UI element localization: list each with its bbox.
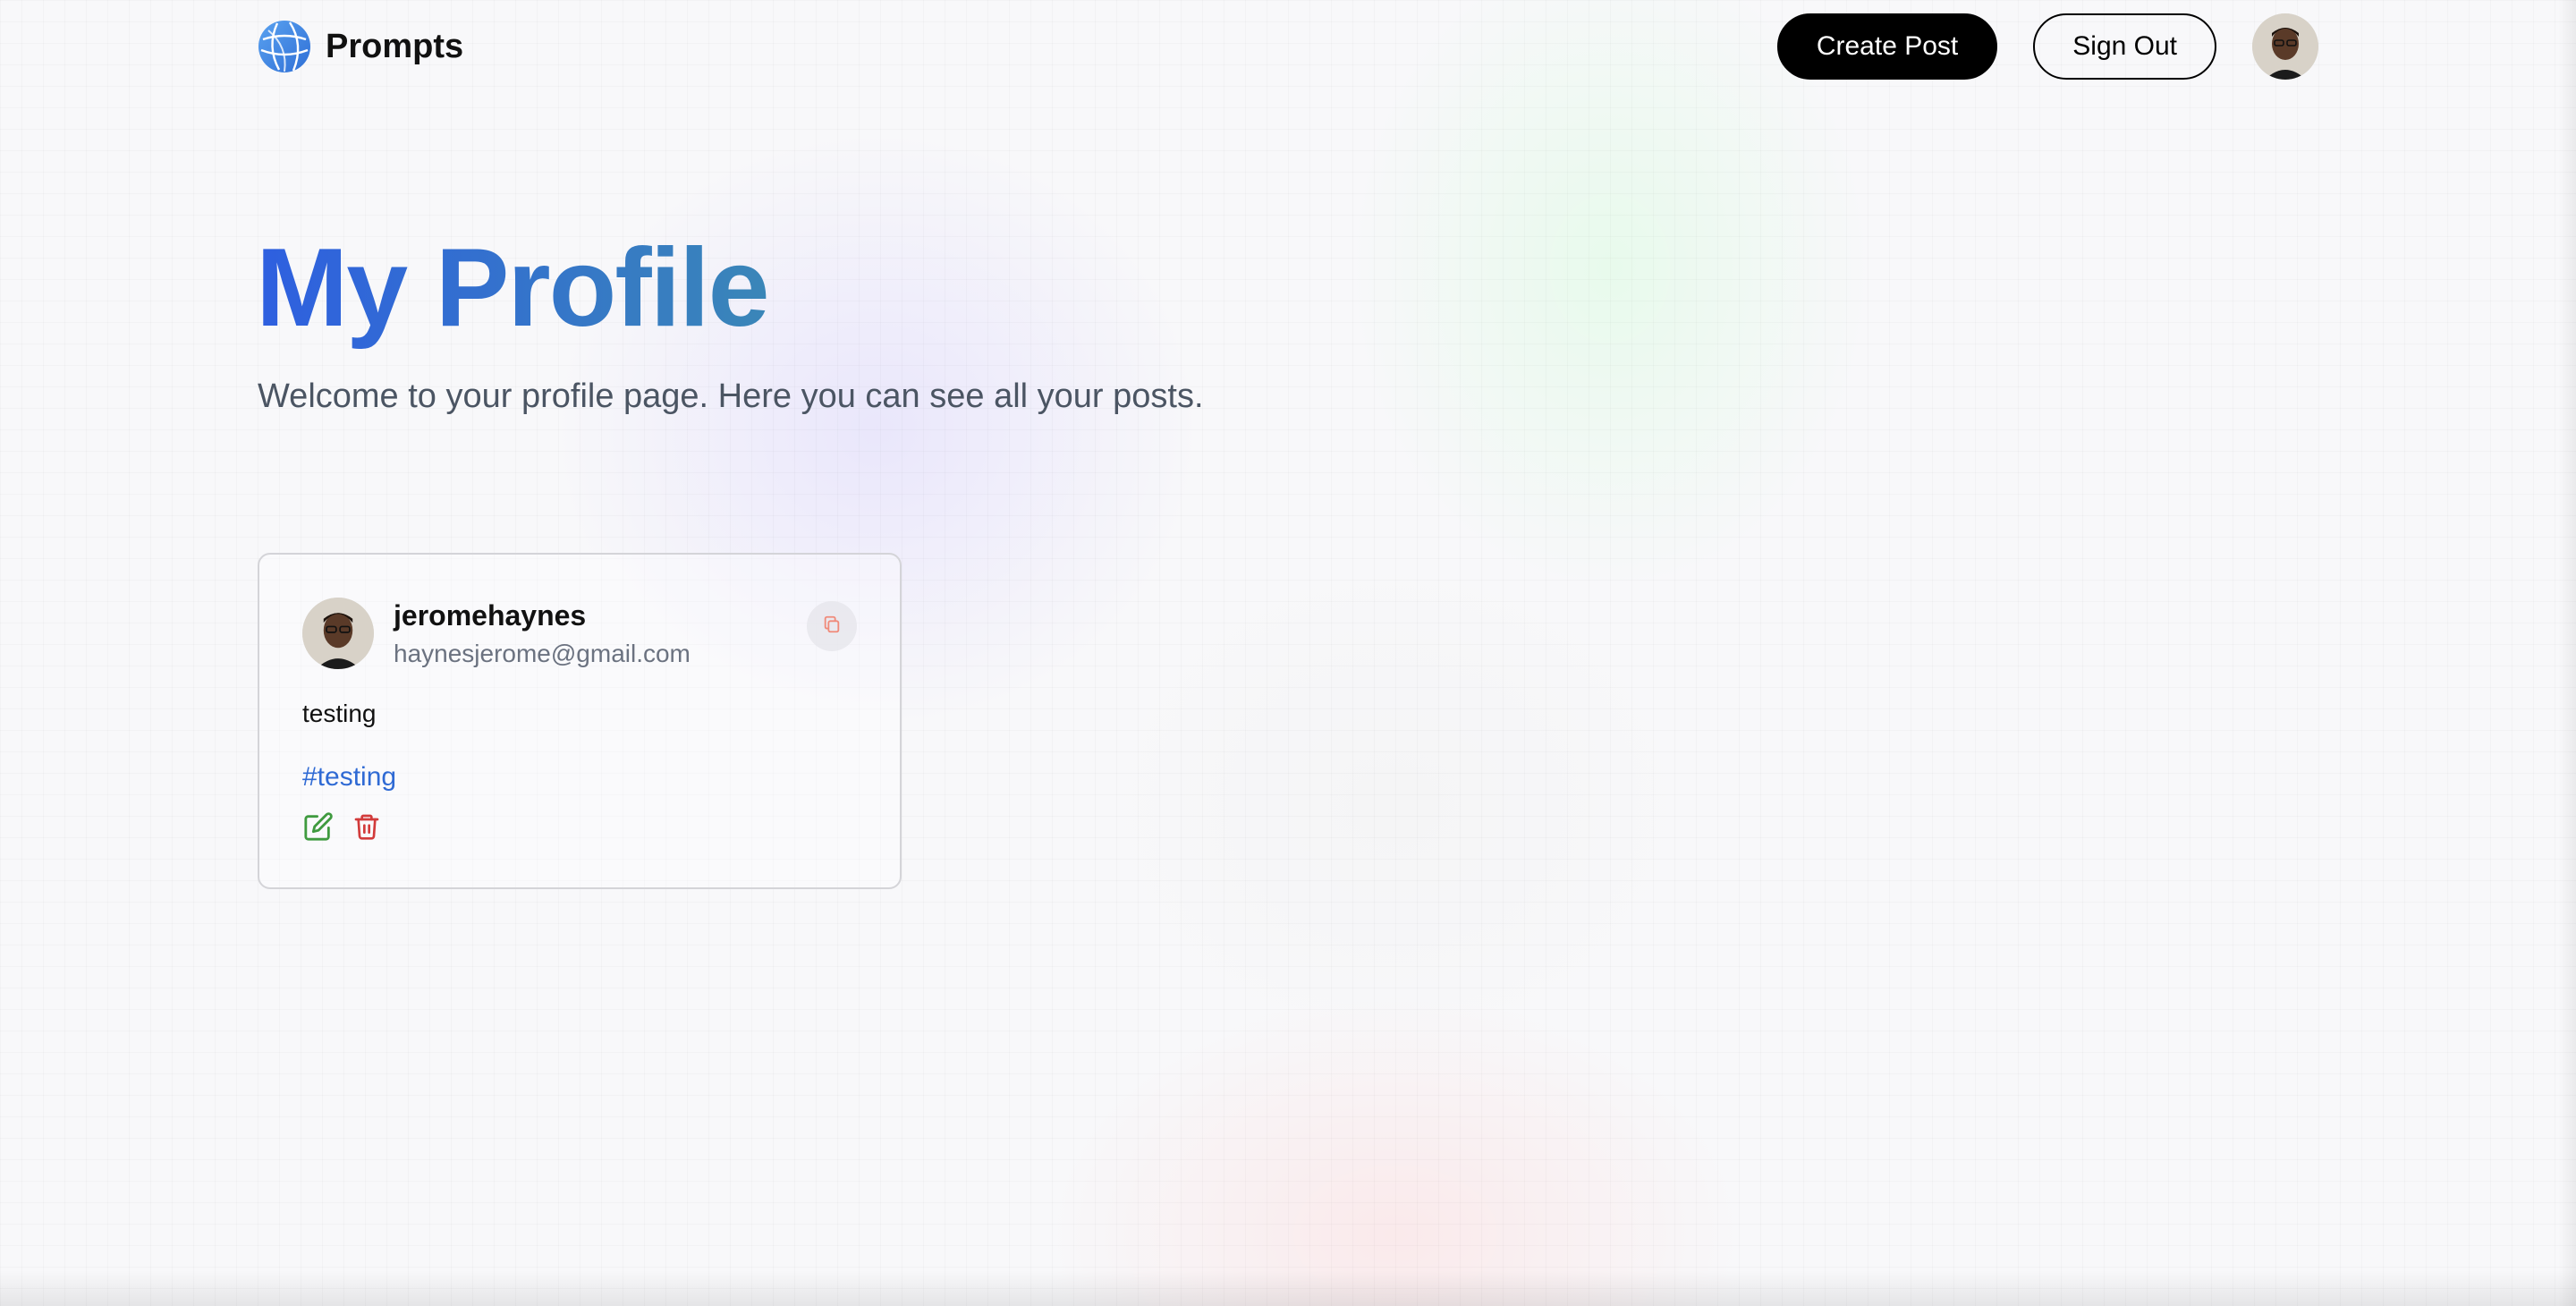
post-card: jeromehaynes haynesjerome@gmail.com test… (258, 553, 902, 889)
author-avatar (302, 598, 374, 669)
post-card-header: jeromehaynes haynesjerome@gmail.com (302, 598, 857, 669)
author-info: jeromehaynes haynesjerome@gmail.com (394, 599, 691, 668)
sign-out-button[interactable]: Sign Out (2033, 13, 2216, 80)
post-tag[interactable]: #testing (302, 762, 857, 793)
edit-icon[interactable] (302, 810, 335, 843)
user-avatar[interactable] (2252, 13, 2318, 80)
author-email: haynesjerome@gmail.com (394, 639, 691, 667)
trash-icon[interactable] (351, 810, 383, 843)
window-edge-shadow (2558, 0, 2576, 1306)
nav-actions: Create Post Sign Out (1776, 13, 2318, 80)
post-prompt: testing (302, 700, 377, 727)
brand-name: Prompts (326, 27, 464, 65)
copy-button[interactable] (807, 601, 857, 651)
author-username: jeromehaynes (394, 598, 587, 632)
post-actions (302, 810, 857, 843)
page-title: My Profile (256, 226, 770, 350)
globe-icon (258, 20, 311, 73)
copy-icon (822, 615, 842, 639)
brand-link[interactable]: Prompts (258, 20, 463, 73)
navbar: Prompts Create Post Sign Out (258, 0, 2318, 93)
page: Prompts Create Post Sign Out My Profile … (0, 0, 2576, 1306)
create-post-button[interactable]: Create Post (1776, 13, 1998, 80)
window-bottom-shadow (0, 1270, 2576, 1306)
post-author[interactable]: jeromehaynes haynesjerome@gmail.com (302, 598, 691, 669)
page-subtitle: Welcome to your profile page. Here you c… (258, 377, 1204, 415)
